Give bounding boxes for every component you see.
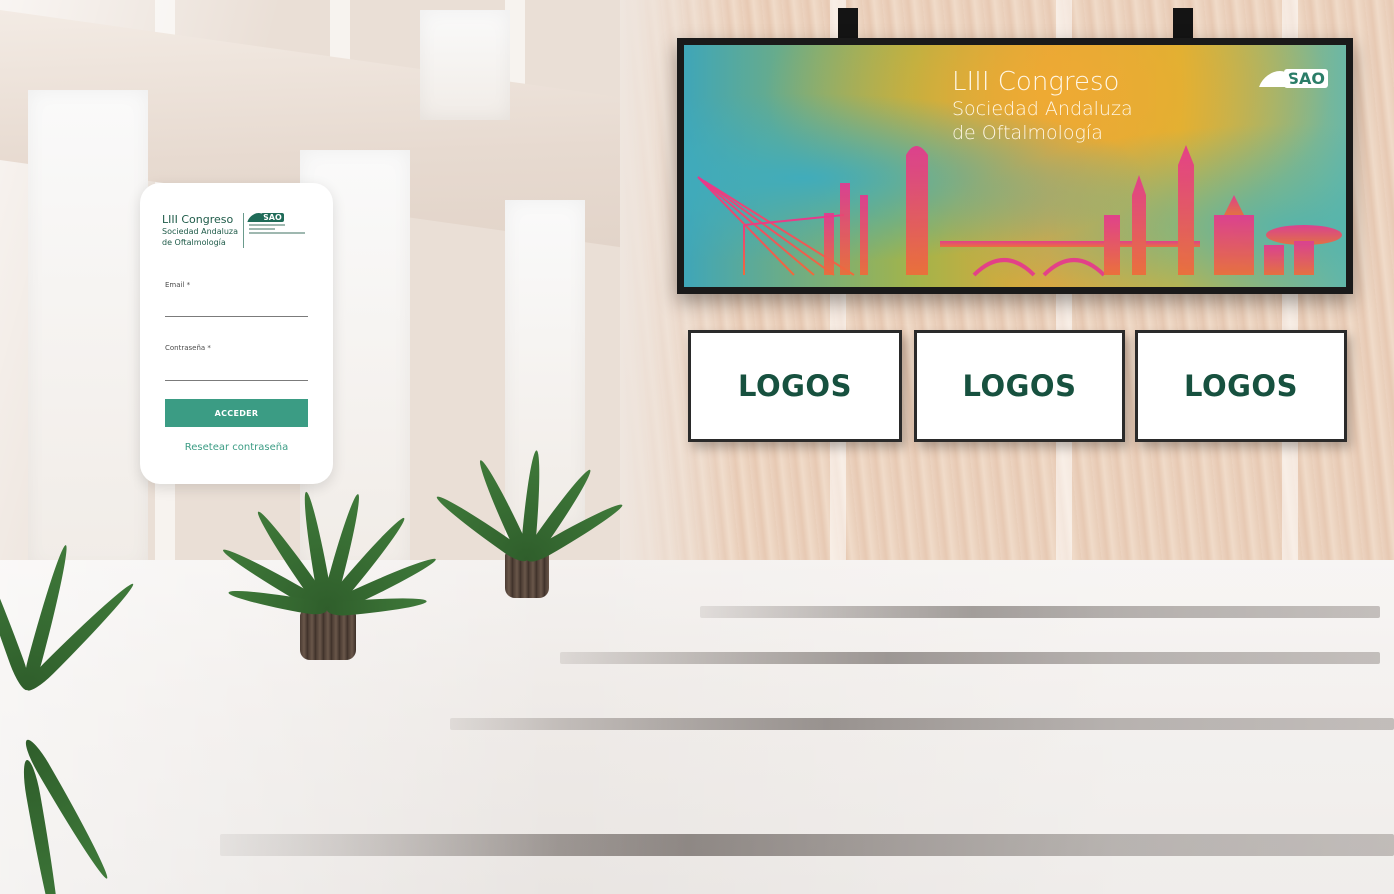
login-card: LIII Congreso Sociedad Andaluza de Oftal… — [140, 183, 333, 484]
login-title-line1: LIII Congreso — [162, 213, 234, 226]
sao-logo: SAO — [247, 213, 311, 222]
sponsor-logo-panel-1: LOGOS — [688, 330, 902, 442]
screen-hanger — [1173, 8, 1193, 40]
password-label: Contraseña * — [165, 344, 211, 352]
email-label: Email * — [165, 281, 191, 289]
email-field[interactable] — [165, 302, 308, 317]
window-column — [420, 10, 510, 120]
potted-plant — [0, 500, 150, 894]
congress-banner: LIII Congreso Sociedad Andaluza de Oftal… — [684, 45, 1346, 287]
potted-plant — [430, 420, 670, 620]
login-title-line3: de Oftalmología — [162, 238, 226, 247]
logo-panel-label: LOGOS — [738, 369, 852, 403]
sponsor-logo-panel-3: LOGOS — [1135, 330, 1347, 442]
password-field[interactable] — [165, 366, 308, 381]
sponsor-logo-panel-2: LOGOS — [914, 330, 1125, 442]
sao-swoosh-icon — [247, 213, 267, 222]
login-card-header: LIII Congreso Sociedad Andaluza de Oftal… — [162, 213, 311, 248]
window-column — [28, 90, 148, 570]
logo-panel-label: LOGOS — [962, 369, 1077, 403]
login-card-title: LIII Congreso Sociedad Andaluza de Oftal… — [162, 213, 245, 248]
congress-banner-screen: LIII Congreso Sociedad Andaluza de Oftal… — [677, 38, 1353, 294]
brand-fine-print — [249, 224, 311, 234]
logo-panel-label: LOGOS — [1184, 369, 1298, 403]
city-skyline-illustration — [697, 145, 1342, 277]
virtual-lobby-scene: LIII Congreso Sociedad Andaluza de Oftal… — [0, 0, 1394, 894]
login-title-line2: Sociedad Andaluza — [162, 227, 239, 236]
acceder-button[interactable]: ACCEDER — [165, 399, 308, 427]
login-card-brand: SAO — [244, 213, 311, 248]
screen-hanger — [838, 8, 858, 40]
reset-password-link[interactable]: Resetear contraseña — [165, 442, 308, 453]
